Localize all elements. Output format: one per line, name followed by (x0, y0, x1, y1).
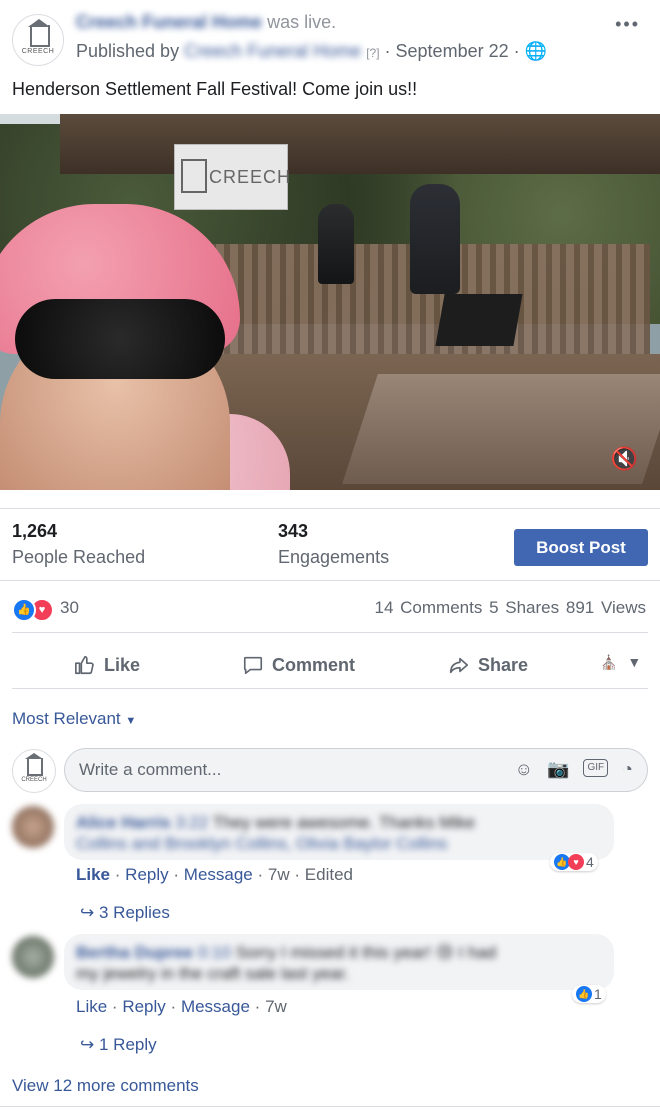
divider (12, 688, 648, 689)
emoji-icon[interactable]: ☺ (515, 759, 533, 780)
comment-reactions[interactable]: 👍 ♥ 4 (550, 853, 598, 871)
camera-icon[interactable]: 📷 (547, 759, 569, 780)
post-caption: Henderson Settlement Fall Festival! Come… (12, 79, 418, 99)
boost-post-button[interactable]: Boost Post (514, 529, 648, 566)
sort-label: Most Relevant (12, 709, 121, 728)
thumbs-up-icon (75, 655, 94, 675)
comment-text-line1: Sorry I missed it this year! 😢 I had (235, 943, 497, 962)
comment-video-timestamp[interactable]: 0:10 (198, 943, 231, 962)
comment-text-line2: Collins and Brooklyn Collins, Olivia Bay… (76, 834, 448, 853)
post-header-line2: Published by Creech Funeral Home [?] · S… (76, 41, 548, 61)
love-reaction-icon: ♥ (568, 854, 584, 870)
divider (0, 508, 660, 509)
people-reached-label: People Reached (12, 547, 146, 567)
comment-reactions[interactable]: 👍 1 (572, 985, 606, 1003)
sticker-icon[interactable]: ◔ (622, 759, 633, 780)
video-banner: CREECH (174, 144, 292, 210)
post-as-selector[interactable]: ⛪ ▼ (600, 654, 641, 671)
page-avatar[interactable]: CREECH (12, 14, 64, 66)
people-reached-value: 1,264 (12, 521, 58, 541)
comment-like-link[interactable]: Like (76, 865, 110, 884)
comment-sort-dropdown[interactable]: Most Relevant ▼ (12, 709, 136, 729)
comment-message-link[interactable]: Message (181, 997, 250, 1016)
comment-reaction-count: 4 (586, 854, 594, 870)
divider (0, 1106, 660, 1107)
like-button[interactable]: Like (74, 654, 140, 676)
comment-button[interactable]: Comment (242, 654, 355, 676)
comment-actions: Like · Reply · Message · 7w · Edited (76, 865, 353, 884)
comment-text-line1: They were awesome. Thanks Mike (212, 813, 476, 832)
views-count-link[interactable]: 891 Views (566, 598, 646, 617)
share-button[interactable]: Share (448, 654, 528, 676)
comment-actions: Like · Reply · Message · 7w (76, 997, 287, 1016)
commenter-avatar[interactable] (12, 806, 54, 848)
avatar-label: CREECH (21, 777, 47, 783)
like-label: Like (104, 654, 141, 675)
view-more-comments-link[interactable]: View 12 more comments (12, 1076, 199, 1096)
video-banner-text: CREECH (209, 167, 292, 187)
live-video-player[interactable]: CREECH 🔇 (0, 114, 660, 490)
shares-count-link[interactable]: 5 Shares (489, 598, 559, 617)
divider (12, 632, 648, 633)
publisher-help-link[interactable]: [?] (366, 46, 379, 60)
comment-input[interactable]: Write a comment... ☺ 📷 GIF ◔ (64, 748, 648, 792)
engagement-counts: 14 Comments 5 Shares 891 Views (375, 598, 646, 618)
comment-bubble: Bertha Dupree 0:10 Sorry I missed it thi… (64, 934, 614, 990)
reaction-count[interactable]: 30 (60, 598, 79, 618)
like-reaction-icon: 👍 (576, 986, 592, 1002)
publisher-name-link[interactable]: Creech Funeral Home (184, 41, 361, 61)
page-name-link[interactable]: Creech Funeral Home (76, 12, 262, 32)
comment-author[interactable]: Alice Harris (76, 813, 171, 832)
comments-count-link[interactable]: 14 Comments (375, 598, 483, 617)
caret-down-icon: ▼ (125, 715, 137, 727)
comment-text-line2: my jewelry in the craft sale last year. (76, 964, 350, 983)
view-replies-link[interactable]: ↪ 1 Reply (80, 1035, 157, 1055)
mute-icon[interactable]: 🔇 (611, 446, 638, 472)
more-options-icon[interactable]: ••• (615, 14, 640, 35)
chevron-down-icon: ▼ (627, 654, 642, 670)
was-live-text: was live. (267, 12, 337, 32)
published-by-label: Published by (76, 41, 180, 61)
avatar-label: CREECH (21, 48, 55, 55)
comment-age[interactable]: 7w (265, 997, 287, 1016)
reply-arrow-icon: ↪ (80, 903, 95, 922)
comment-icon (243, 656, 263, 675)
church-icon (181, 159, 207, 193)
comment-edited-label[interactable]: Edited (305, 865, 353, 884)
comment-reaction-count: 1 (594, 986, 602, 1002)
comment-author[interactable]: Bertha Dupree (76, 943, 193, 962)
replies-label: 3 Replies (98, 903, 170, 922)
gif-icon[interactable]: GIF (583, 759, 609, 777)
comment-placeholder: Write a comment... (79, 760, 222, 779)
globe-icon: 🌐 (524, 41, 548, 61)
engagements-label: Engagements (278, 547, 390, 567)
reply-arrow-icon: ↪ (80, 1035, 95, 1054)
comment-message-link[interactable]: Message (184, 865, 253, 884)
post-date-link[interactable]: September 22 (396, 41, 509, 61)
comment-reply-link[interactable]: Reply (122, 997, 165, 1016)
comment-video-timestamp[interactable]: 3:22 (175, 813, 208, 832)
comment-bubble: Alice Harris 3:22 They were awesome. Tha… (64, 804, 614, 860)
share-arrow-icon (449, 657, 469, 674)
page-mini-icon: ⛪ (600, 654, 618, 670)
engagements-value: 343 (278, 521, 309, 541)
like-reaction-icon: 👍 (12, 598, 36, 622)
view-replies-link[interactable]: ↪ 3 Replies (80, 903, 170, 923)
composer-avatar: CREECH (12, 749, 56, 793)
divider (0, 580, 660, 581)
comment-label: Comment (272, 654, 356, 675)
comment-age[interactable]: 7w (268, 865, 290, 884)
comment-like-link[interactable]: Like (76, 997, 107, 1016)
share-label: Share (478, 654, 529, 675)
commenter-avatar[interactable] (12, 936, 54, 978)
post-header-line1: Creech Funeral Home was live. (76, 12, 336, 33)
comment-reply-link[interactable]: Reply (125, 865, 168, 884)
replies-label: 1 Reply (98, 1035, 157, 1054)
